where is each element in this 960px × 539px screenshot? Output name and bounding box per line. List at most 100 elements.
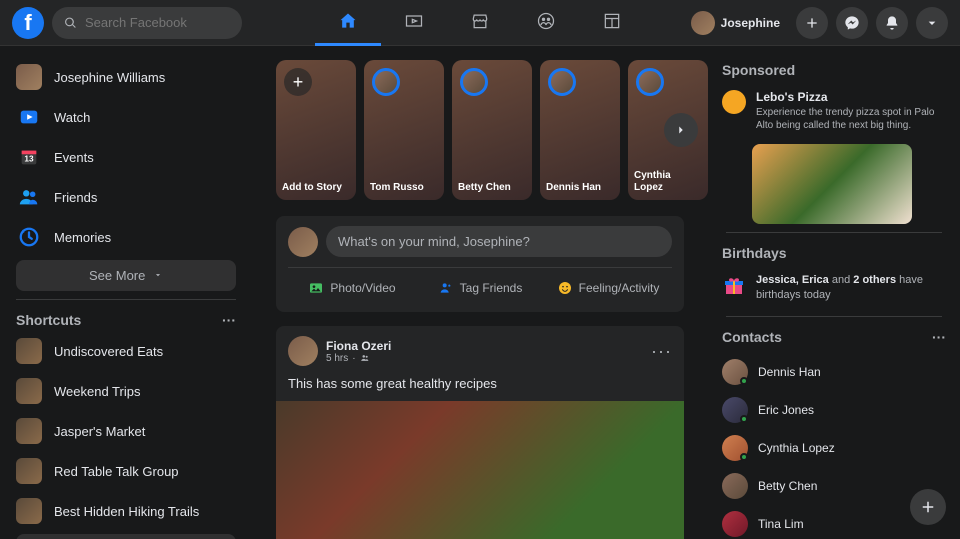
composer-tag-button[interactable]: Tag Friends	[416, 274, 544, 302]
gift-icon	[722, 273, 746, 297]
divider	[16, 299, 236, 300]
post-text: This has some great healthy recipes	[276, 376, 684, 401]
shortcut-item[interactable]: Best Hidden Hiking Trails	[8, 492, 244, 530]
tab-watch[interactable]	[381, 0, 447, 46]
shortcut-label: Red Table Talk Group	[54, 464, 179, 479]
photo-icon	[308, 280, 324, 296]
contact-item[interactable]: Dennis Han	[718, 353, 950, 391]
story-card[interactable]: Tom Russo	[364, 60, 444, 200]
shortcut-item[interactable]: Undiscovered Eats	[8, 332, 244, 370]
shortcut-item[interactable]: Weekend Trips	[8, 372, 244, 410]
post-menu-button[interactable]: ···	[651, 341, 672, 362]
post-author-name[interactable]: Fiona Ozeri	[326, 339, 391, 353]
shortcut-item[interactable]: Red Table Talk Group	[8, 452, 244, 490]
story-name: Dennis Han	[546, 182, 614, 194]
shortcut-label: Undiscovered Eats	[54, 344, 163, 359]
see-more-button[interactable]: See More	[16, 260, 236, 291]
ad-icon	[722, 90, 746, 114]
contact-name: Tina Lim	[758, 517, 804, 531]
add-story-icon: +	[284, 68, 312, 96]
add-story-card[interactable]: + Add to Story	[276, 60, 356, 200]
contact-name: Eric Jones	[758, 403, 814, 417]
composer-feeling-button[interactable]: Feeling/Activity	[544, 274, 672, 302]
post-timestamp: 5 hrs ·	[326, 353, 391, 364]
sidebar-item-memories[interactable]: Memories	[8, 218, 244, 256]
facebook-logo[interactable]: f	[12, 7, 44, 39]
contact-avatar	[722, 473, 748, 499]
account-menu-button[interactable]	[916, 7, 948, 39]
story-card[interactable]: Betty Chen	[452, 60, 532, 200]
feeling-icon	[557, 280, 573, 296]
messenger-button[interactable]	[836, 7, 868, 39]
shortcuts-header: Shortcuts ···	[8, 308, 244, 332]
tab-news[interactable]	[579, 0, 645, 46]
online-indicator	[740, 415, 748, 423]
plus-icon	[919, 498, 937, 516]
story-name: Cynthia Lopez	[634, 170, 702, 194]
sidebar-item-friends[interactable]: Friends	[8, 178, 244, 216]
composer-input[interactable]: What's on your mind, Josephine?	[326, 226, 672, 257]
shortcut-label: Best Hidden Hiking Trails	[54, 504, 199, 519]
ad-image[interactable]	[752, 144, 912, 224]
tab-groups[interactable]	[513, 0, 579, 46]
divider	[726, 316, 942, 317]
stories-row: + Add to Story Tom Russo Betty Chen Denn…	[276, 60, 684, 200]
main-feed: + Add to Story Tom Russo Betty Chen Denn…	[252, 46, 708, 539]
header: f Josephine	[0, 0, 960, 46]
contact-name: Dennis Han	[758, 365, 821, 379]
friends-privacy-icon	[360, 353, 370, 363]
tab-home[interactable]	[315, 0, 381, 46]
avatar	[691, 11, 715, 35]
contacts-header: Contacts ···	[718, 325, 950, 353]
header-right: Josephine	[687, 7, 948, 39]
left-sidebar: Josephine Williams Watch 13 Events Frien…	[0, 46, 252, 539]
search-container[interactable]	[52, 7, 242, 39]
create-button[interactable]	[796, 7, 828, 39]
watch-icon	[16, 104, 42, 130]
friends-icon	[16, 184, 42, 210]
story-avatar	[460, 68, 488, 96]
shortcuts-menu-button[interactable]: ···	[222, 312, 236, 328]
story-name: Add to Story	[282, 182, 350, 194]
stories-next-button[interactable]	[664, 113, 698, 147]
composer-photo-button[interactable]: Photo/Video	[288, 274, 416, 302]
sidebar-profile[interactable]: Josephine Williams	[8, 58, 244, 96]
tag-friends-icon	[438, 280, 454, 296]
sidebar-item-watch[interactable]: Watch	[8, 98, 244, 136]
sponsored-ad[interactable]: Lebo's Pizza Experience the trendy pizza…	[718, 86, 950, 136]
nav-tabs	[315, 0, 645, 46]
shortcut-label: Jasper's Market	[54, 424, 145, 439]
story-avatar	[636, 68, 664, 96]
contact-avatar	[722, 359, 748, 385]
ad-title: Lebo's Pizza	[756, 90, 946, 104]
right-sidebar: Sponsored Lebo's Pizza Experience the tr…	[708, 46, 960, 539]
shortcut-thumbnail	[16, 338, 42, 364]
tab-marketplace[interactable]	[447, 0, 513, 46]
contact-name: Betty Chen	[758, 479, 817, 493]
online-indicator	[740, 377, 748, 385]
shortcut-thumbnail	[16, 458, 42, 484]
post-author-avatar[interactable]	[288, 336, 318, 366]
post-image[interactable]	[276, 401, 684, 539]
ad-description: Experience the trendy pizza spot in Palo…	[756, 106, 946, 132]
profile-button[interactable]: Josephine	[687, 7, 788, 39]
shortcut-thumbnail	[16, 498, 42, 524]
sidebar-item-label: Memories	[54, 230, 111, 245]
shortcut-item[interactable]: Jasper's Market	[8, 412, 244, 450]
search-input[interactable]	[85, 15, 230, 30]
see-more-button[interactable]: See More	[16, 534, 236, 539]
new-message-button[interactable]	[910, 489, 946, 525]
story-card[interactable]: Dennis Han	[540, 60, 620, 200]
shortcut-label: Weekend Trips	[54, 384, 140, 399]
search-icon	[64, 16, 77, 30]
birthdays-text: Jessica, Erica and 2 others have birthda…	[756, 273, 946, 304]
birthdays-row[interactable]: Jessica, Erica and 2 others have birthda…	[718, 269, 950, 308]
story-name: Tom Russo	[370, 182, 438, 194]
notifications-button[interactable]	[876, 7, 908, 39]
contact-item[interactable]: Cynthia Lopez	[718, 429, 950, 467]
story-avatar	[372, 68, 400, 96]
shortcut-thumbnail	[16, 418, 42, 444]
contacts-menu-button[interactable]: ···	[932, 329, 946, 345]
contact-item[interactable]: Eric Jones	[718, 391, 950, 429]
sidebar-item-events[interactable]: 13 Events	[8, 138, 244, 176]
